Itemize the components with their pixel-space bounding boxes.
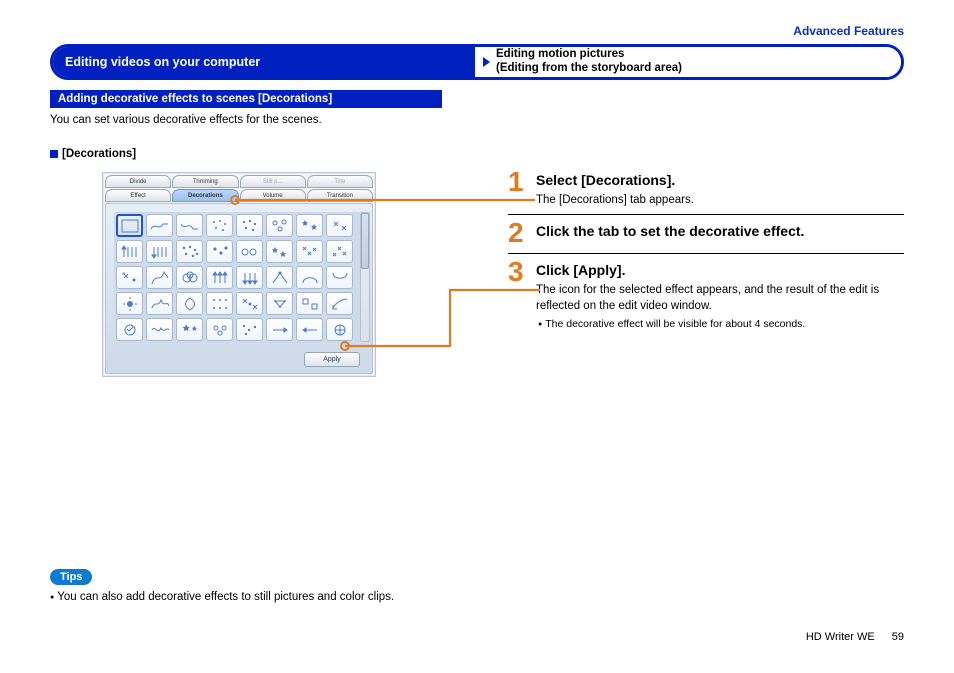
step-3: 3 Click [Apply]. The icon for the select… bbox=[508, 254, 904, 336]
banner-left: Editing videos on your computer bbox=[53, 47, 475, 77]
scrollbar-thumb[interactable] bbox=[361, 213, 369, 269]
tips-badge: Tips bbox=[50, 569, 92, 585]
effects-grid bbox=[114, 212, 364, 343]
page-banner: Editing videos on your computer Editing … bbox=[50, 44, 904, 80]
tab-trimming[interactable]: Trimming bbox=[172, 175, 238, 188]
effect-cell[interactable] bbox=[146, 266, 173, 289]
footer: HD Writer WE 59 bbox=[806, 631, 904, 643]
tab-decorations[interactable]: Decorations bbox=[172, 189, 238, 202]
footer-page: 59 bbox=[892, 631, 904, 643]
step-1: 1 Select [Decorations]. The [Decorations… bbox=[508, 164, 904, 215]
effect-cell[interactable] bbox=[326, 292, 353, 315]
effect-cell[interactable] bbox=[206, 266, 233, 289]
effects-grid-wrap: Apply bbox=[105, 203, 373, 374]
effect-cell[interactable] bbox=[116, 214, 143, 237]
subheader: Adding decorative effects to scenes [Dec… bbox=[50, 90, 442, 108]
square-bullet-icon bbox=[50, 150, 58, 158]
effect-cell[interactable] bbox=[296, 292, 323, 315]
step-desc: The [Decorations] tab appears. bbox=[536, 192, 904, 208]
banner-right: Editing motion pictures (Editing from th… bbox=[475, 47, 901, 77]
effect-cell[interactable] bbox=[236, 318, 263, 341]
effect-cell[interactable] bbox=[146, 318, 173, 341]
step-2: 2 Click the tab to set the decorative ef… bbox=[508, 215, 904, 254]
effect-cell[interactable] bbox=[176, 292, 203, 315]
tab-stillp[interactable]: Still p... bbox=[240, 175, 306, 188]
effect-cell[interactable] bbox=[206, 318, 233, 341]
effect-cell[interactable] bbox=[176, 240, 203, 263]
effect-cell[interactable] bbox=[236, 214, 263, 237]
effect-cell[interactable] bbox=[146, 214, 173, 237]
tips-text: You can also add decorative effects to s… bbox=[50, 591, 394, 603]
step-number: 1 bbox=[508, 168, 536, 196]
effect-cell[interactable] bbox=[296, 266, 323, 289]
step-title: Click the tab to set the decorative effe… bbox=[536, 223, 904, 239]
tab-volume[interactable]: Volume bbox=[240, 189, 306, 202]
effect-cell[interactable] bbox=[326, 266, 353, 289]
tab-effect[interactable]: Effect bbox=[105, 189, 171, 202]
step-number: 3 bbox=[508, 258, 536, 286]
effect-cell[interactable] bbox=[116, 292, 143, 315]
effect-cell[interactable] bbox=[236, 266, 263, 289]
effect-cell[interactable] bbox=[146, 292, 173, 315]
effect-cell[interactable] bbox=[236, 240, 263, 263]
step-number: 2 bbox=[508, 219, 536, 247]
decorations-label: [Decorations] bbox=[50, 148, 904, 160]
tab-row-2: Effect Decorations Volume Transition bbox=[105, 189, 373, 202]
tab-transition[interactable]: Transition bbox=[307, 189, 373, 202]
step-bullet: The decorative effect will be visible fo… bbox=[536, 318, 904, 330]
effect-cell[interactable] bbox=[206, 240, 233, 263]
effect-cell[interactable] bbox=[116, 240, 143, 263]
effect-cell[interactable] bbox=[266, 214, 293, 237]
step-title: Click [Apply]. bbox=[536, 262, 904, 278]
effect-cell[interactable] bbox=[266, 266, 293, 289]
effect-cell[interactable] bbox=[326, 214, 353, 237]
effect-cell[interactable] bbox=[146, 240, 173, 263]
step-title: Select [Decorations]. bbox=[536, 172, 904, 188]
tab-title[interactable]: Title bbox=[307, 175, 373, 188]
effect-cell[interactable] bbox=[116, 318, 143, 341]
scrollbar[interactable] bbox=[360, 212, 370, 342]
effect-cell[interactable] bbox=[176, 318, 203, 341]
intro-text: You can set various decorative effects f… bbox=[50, 114, 904, 126]
effect-cell[interactable] bbox=[296, 318, 323, 341]
effect-cell[interactable] bbox=[206, 292, 233, 315]
effect-cell[interactable] bbox=[176, 214, 203, 237]
effect-cell[interactable] bbox=[266, 292, 293, 315]
step-desc: The icon for the selected effect appears… bbox=[536, 282, 904, 314]
decorations-label-text: [Decorations] bbox=[62, 148, 136, 160]
decorations-panel: Divide Trimming Still p... Title Effect … bbox=[102, 172, 376, 377]
play-cursor-icon bbox=[483, 57, 490, 67]
breadcrumb[interactable]: Advanced Features bbox=[50, 24, 904, 38]
banner-right-line1: Editing motion pictures bbox=[496, 48, 682, 62]
effect-cell[interactable] bbox=[116, 266, 143, 289]
effect-cell[interactable] bbox=[206, 214, 233, 237]
effect-cell[interactable] bbox=[296, 214, 323, 237]
banner-right-line2: (Editing from the storyboard area) bbox=[496, 62, 682, 76]
footer-product: HD Writer WE bbox=[806, 631, 875, 643]
effect-cell[interactable] bbox=[326, 240, 353, 263]
effect-cell[interactable] bbox=[236, 292, 263, 315]
tab-divide[interactable]: Divide bbox=[105, 175, 171, 188]
apply-button[interactable]: Apply bbox=[304, 352, 360, 367]
tab-row-1: Divide Trimming Still p... Title bbox=[105, 175, 373, 188]
effect-cell[interactable] bbox=[266, 318, 293, 341]
effect-cell[interactable] bbox=[296, 240, 323, 263]
effect-cell[interactable] bbox=[266, 240, 293, 263]
effect-cell[interactable] bbox=[176, 266, 203, 289]
effect-cell[interactable] bbox=[326, 318, 353, 341]
